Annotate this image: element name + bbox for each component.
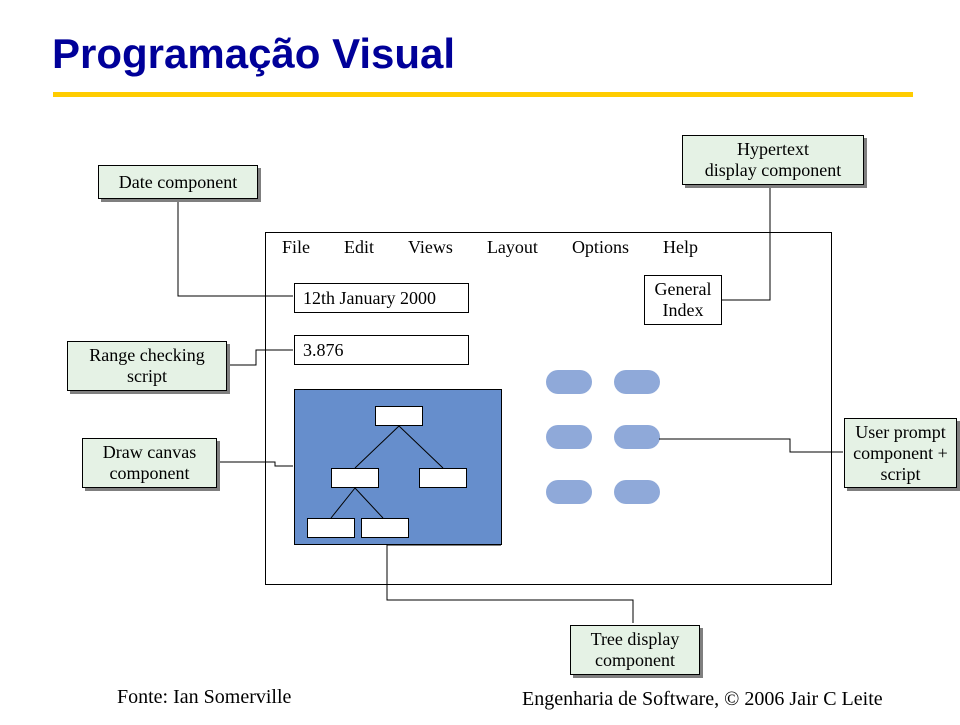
source-attribution: Fonte: Ian Somerville bbox=[117, 686, 291, 709]
connector-lines bbox=[0, 0, 960, 725]
copyright: Engenharia de Software, © 2006 Jair C Le… bbox=[522, 688, 883, 711]
